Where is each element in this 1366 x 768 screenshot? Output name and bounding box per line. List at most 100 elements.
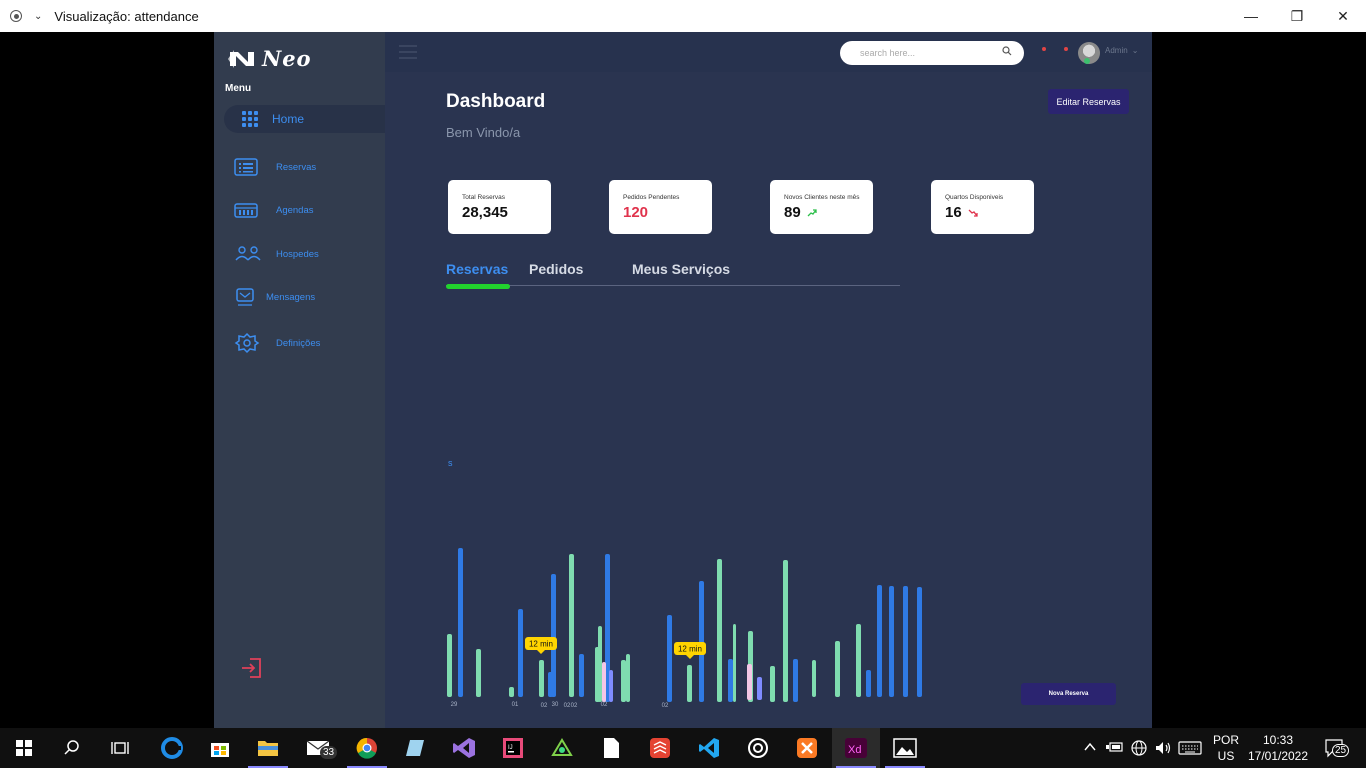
notes-icon xyxy=(406,740,424,756)
task-view-icon xyxy=(111,742,129,754)
edge-app[interactable] xyxy=(148,728,196,768)
chart-tick-label: 02 xyxy=(601,702,608,708)
record-icon[interactable] xyxy=(10,10,22,22)
chart-bar xyxy=(699,581,704,702)
top-bar: Admin ⌄ xyxy=(385,32,1152,72)
chart-bar xyxy=(609,670,613,702)
minimize-button[interactable]: — xyxy=(1228,0,1274,32)
sidebar-item-mensagens[interactable]: Mensagens xyxy=(234,287,315,307)
settings-icon xyxy=(234,332,260,354)
chart-bar xyxy=(835,641,840,697)
app-blue[interactable] xyxy=(391,728,439,768)
svg-text:12 min: 12 min xyxy=(678,645,702,654)
sidebar-item-label: Agendas xyxy=(276,204,314,216)
logo-text: Neo xyxy=(262,46,312,71)
keyboard-icon[interactable] xyxy=(1178,741,1202,755)
hamburger-icon[interactable] xyxy=(399,45,417,59)
todoist-app[interactable] xyxy=(636,728,684,768)
adobe-xd-app[interactable]: Xd xyxy=(832,728,880,768)
adobe-xd-icon: Xd xyxy=(845,738,867,758)
notification-center-button[interactable]: 25 xyxy=(1324,738,1350,758)
search-taskbar-button[interactable] xyxy=(48,728,96,768)
chart-bar xyxy=(569,554,574,697)
edge-icon xyxy=(161,737,183,759)
chart-bar xyxy=(856,624,861,697)
reservations-chart: 12 min12 min29 01 02 30 02 02 02 02 xyxy=(447,548,922,709)
chart-bar xyxy=(717,559,722,702)
sidebar-item-agendas[interactable]: Agendas xyxy=(234,202,314,218)
close-button[interactable]: ✕ xyxy=(1320,0,1366,32)
chart-tick-label: 02 xyxy=(571,703,578,709)
grid-icon xyxy=(242,111,258,127)
chart-bar xyxy=(812,660,816,697)
sidebar-item-definicoes[interactable]: Definições xyxy=(234,332,320,354)
sidebar-item-hospedes[interactable]: Hospedes xyxy=(234,245,319,263)
calendar-icon xyxy=(234,203,258,218)
taskbar: 33 IJ Xd POR US 10:33 17/01/2022 25 xyxy=(0,728,1366,768)
start-button[interactable] xyxy=(0,728,48,768)
clock[interactable]: 10:33 17/01/2022 xyxy=(1246,732,1310,764)
chart-bar xyxy=(509,687,514,697)
store-app[interactable] xyxy=(196,728,244,768)
new-reservation-button[interactable]: Nova Reserva xyxy=(1021,683,1116,705)
sidebar: Neo Menu Home Reservas Agendas Hospedes … xyxy=(214,32,385,728)
chart-bar xyxy=(866,670,871,697)
online-status-dot xyxy=(1084,58,1090,64)
chevron-down-icon[interactable]: ⌄ xyxy=(34,11,42,22)
chrome-app[interactable] xyxy=(343,728,391,768)
svg-text:12 min: 12 min xyxy=(529,640,553,649)
chevron-up-icon[interactable] xyxy=(1084,742,1096,752)
input-language[interactable]: POR US xyxy=(1213,732,1239,764)
search-input[interactable] xyxy=(840,41,1024,65)
window-titlebar: ⌄ Visualização: attendance — ❐ ✕ xyxy=(0,0,1366,32)
search-icon[interactable] xyxy=(1002,46,1012,56)
chart-bar xyxy=(889,586,894,697)
user-menu[interactable]: Admin ⌄ xyxy=(1105,46,1138,55)
intellij-icon: IJ xyxy=(503,738,523,758)
vscode-icon xyxy=(699,738,719,758)
sidebar-item-label: Hospedes xyxy=(276,248,319,260)
svg-text:Xd: Xd xyxy=(848,744,861,756)
chart-bar xyxy=(770,666,775,702)
jetbrains-app[interactable]: IJ xyxy=(489,728,537,768)
language-code: POR xyxy=(1213,733,1240,747)
keyboard-layout: US xyxy=(1217,749,1235,763)
notification-dot xyxy=(1042,47,1046,51)
window-title: Visualização: attendance xyxy=(54,8,199,24)
network-icon[interactable] xyxy=(1130,739,1148,757)
visual-studio-app[interactable] xyxy=(440,728,488,768)
chart-bar xyxy=(877,585,882,697)
photos-app[interactable] xyxy=(881,728,929,768)
chart-bar xyxy=(733,624,736,702)
list-icon xyxy=(234,158,258,176)
battery-icon[interactable] xyxy=(1106,740,1124,754)
explorer-app[interactable] xyxy=(244,728,292,768)
chart-bar xyxy=(621,660,626,702)
sidebar-item-label: Definições xyxy=(276,337,321,349)
android-app[interactable] xyxy=(538,728,586,768)
xampp-app[interactable] xyxy=(783,728,831,768)
chart-tick-label: 02 xyxy=(662,703,669,709)
restore-button[interactable]: ❐ xyxy=(1274,0,1320,32)
mail-app[interactable]: 33 xyxy=(294,728,342,768)
sidebar-item-home[interactable]: Home xyxy=(224,105,385,133)
obs-app[interactable] xyxy=(734,728,782,768)
notification-count: 25 xyxy=(1332,744,1350,757)
volume-icon[interactable] xyxy=(1154,740,1172,756)
svg-text:IJ: IJ xyxy=(508,745,513,751)
sidebar-item-reservas[interactable]: Reservas xyxy=(234,158,316,176)
chart-tick-label: 29 xyxy=(451,702,458,708)
vscode-app[interactable] xyxy=(685,728,733,768)
chart-bar xyxy=(747,664,752,700)
task-view-button[interactable] xyxy=(96,728,144,768)
chart-tick-label: 02 xyxy=(541,703,548,709)
time: 10:33 xyxy=(1262,733,1294,747)
chart-bar xyxy=(757,677,762,700)
windows-icon xyxy=(16,740,32,756)
logout-icon[interactable] xyxy=(240,656,264,680)
chart-bar xyxy=(447,634,452,697)
photos-icon xyxy=(893,738,917,758)
search-icon xyxy=(64,740,79,755)
chart-bar xyxy=(783,560,788,702)
file-app[interactable] xyxy=(587,728,635,768)
